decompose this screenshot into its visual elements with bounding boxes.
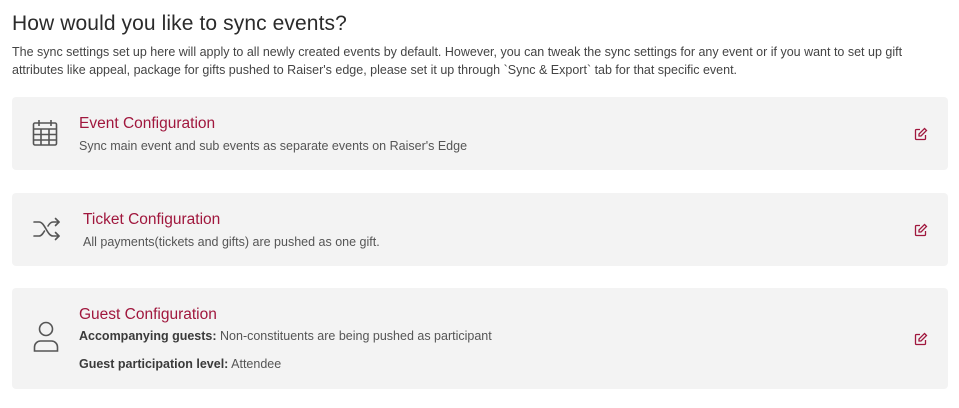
- ticket-configuration-title: Ticket Configuration: [83, 211, 221, 228]
- accompanying-guests-row: Accompanying guests: Non-constituents ar…: [79, 329, 492, 343]
- page-title: How would you like to sync events?: [12, 12, 347, 35]
- guest-participation-value: Attendee: [231, 357, 282, 371]
- accompanying-guests-label: Accompanying guests:: [79, 329, 217, 343]
- guest-configuration-edit-icon[interactable]: [914, 332, 928, 346]
- sync-intro-text: The sync settings set up here will apply…: [12, 45, 903, 77]
- event-configuration-title: Event Configuration: [79, 115, 216, 132]
- user-icon: [33, 321, 59, 358]
- event-configuration-edit-icon[interactable]: [914, 127, 928, 141]
- event-configuration-card: Event Configuration Sync main event and …: [12, 97, 948, 170]
- ticket-configuration-card: Ticket Configuration All payments(ticket…: [12, 193, 948, 266]
- event-configuration-description: Sync main event and sub events as separa…: [79, 139, 468, 153]
- ticket-configuration-edit-icon[interactable]: [914, 223, 928, 237]
- guest-configuration-card: Guest Configuration Accompanying guests:…: [12, 288, 948, 389]
- guest-participation-label: Guest participation level:: [79, 357, 229, 371]
- guest-configuration-title: Guest Configuration: [79, 306, 217, 323]
- guest-participation-row: Guest participation level: Attendee: [79, 357, 281, 371]
- calendar-icon: [32, 119, 58, 152]
- accompanying-guests-value: Non-constituents are being pushed as par…: [220, 329, 492, 343]
- ticket-configuration-description: All payments(tickets and gifts) are push…: [83, 235, 380, 249]
- shuffle-icon: [32, 217, 62, 246]
